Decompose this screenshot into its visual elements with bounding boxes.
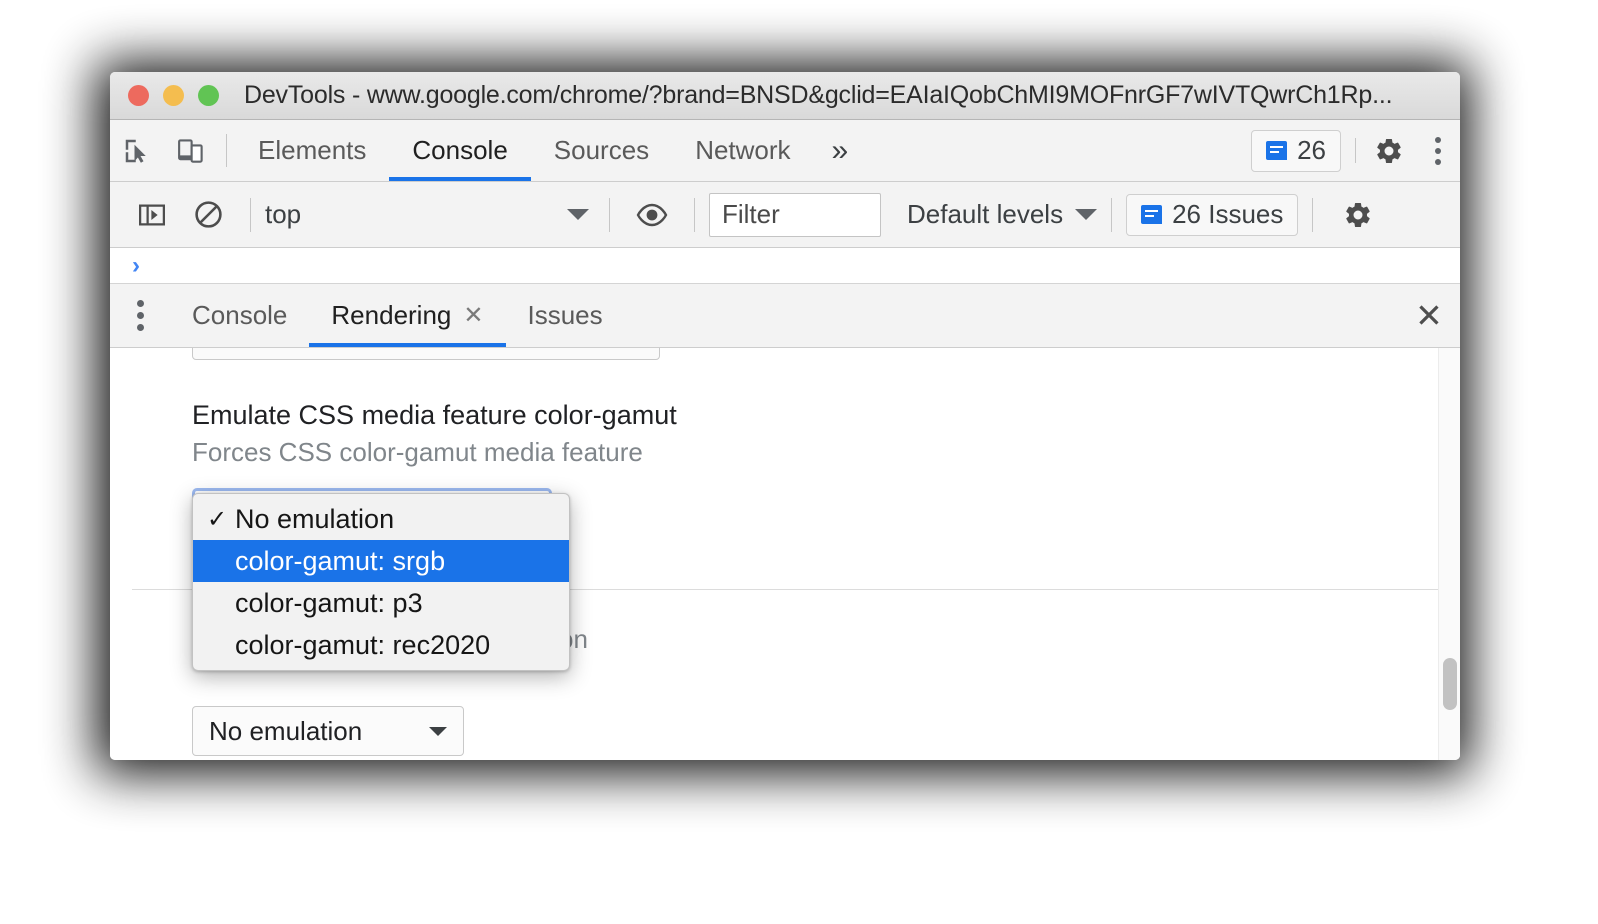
window-titlebar: DevTools - www.google.com/chrome/?brand=…: [110, 72, 1460, 120]
execution-context-label: top: [265, 199, 302, 229]
console-toolbar: top Filter Default levels 26 Issues: [110, 182, 1460, 248]
inspect-element-button[interactable]: [110, 120, 164, 181]
drawer-tab-rendering[interactable]: Rendering ✕: [309, 284, 506, 347]
filter-input[interactable]: Filter: [709, 192, 881, 237]
tab-console[interactable]: Console: [389, 120, 532, 181]
tab-network[interactable]: Network: [672, 120, 813, 181]
settings-button[interactable]: [1362, 120, 1416, 181]
filter-placeholder: Filter: [722, 199, 780, 229]
toggle-device-toolbar-button[interactable]: [164, 120, 218, 181]
drawer-tab-bar: Console Rendering ✕ Issues ✕: [110, 284, 1460, 348]
console-toolbar-divider-4: [1111, 197, 1113, 232]
setting-color-gamut: Emulate CSS media feature color-gamut Fo…: [192, 400, 677, 468]
live-expression-button[interactable]: [624, 182, 680, 248]
tab-console-label: Console: [412, 135, 508, 165]
panel-scrollbar-thumb[interactable]: [1443, 658, 1457, 710]
vision-deficiency-select[interactable]: No emulation: [192, 706, 464, 756]
tab-elements[interactable]: Elements: [235, 120, 389, 181]
dropdown-option-srgb-label: color-gamut: srgb: [235, 545, 446, 576]
dropdown-option-rec2020-label: color-gamut: rec2020: [235, 629, 491, 660]
drawer-tab-issues[interactable]: Issues: [506, 284, 625, 347]
close-rendering-tab-icon[interactable]: ✕: [463, 303, 483, 328]
issues-button-label: 26 Issues: [1172, 199, 1284, 229]
panel-scrollbar-track[interactable]: [1438, 348, 1460, 760]
dropdown-option-rec2020[interactable]: color-gamut: rec2020: [193, 624, 569, 666]
kebab-dot-3: [1435, 158, 1441, 165]
console-sidebar-toggle-button[interactable]: [124, 182, 180, 248]
toolbar-divider-2: [1355, 138, 1356, 163]
dropdown-option-no-emulation-label: No emulation: [235, 503, 395, 534]
kebab-dot-1: [136, 300, 144, 307]
issues-icon: [1266, 141, 1288, 160]
setting-color-gamut-title: Emulate CSS media feature color-gamut: [192, 400, 677, 430]
tab-sources-label: Sources: [553, 135, 650, 165]
drawer-tab-issues-label: Issues: [527, 300, 603, 330]
setting-color-gamut-description: Forces CSS color-gamut media feature: [192, 437, 643, 467]
chevron-double-right-icon: »: [831, 133, 849, 167]
vision-deficiency-selected-value: No emulation: [209, 715, 363, 746]
drawer-more-options-button[interactable]: [110, 284, 170, 347]
rendering-panel: Emulate CSS media feature color-gamut Fo…: [110, 348, 1460, 760]
chevron-down-icon: [429, 726, 447, 736]
kebab-dot-1: [1435, 136, 1441, 143]
execution-context-selector[interactable]: top: [265, 199, 595, 230]
clear-console-button[interactable]: [180, 182, 236, 248]
chevron-down-icon: [1075, 209, 1098, 220]
eye-icon: [636, 203, 668, 226]
toolbar-divider: [226, 134, 227, 167]
tab-network-label: Network: [695, 135, 791, 165]
main-more-options-button[interactable]: [1416, 120, 1460, 182]
tab-elements-label: Elements: [258, 135, 367, 165]
issues-count-label: 26: [1297, 135, 1326, 165]
drawer-tabbar-spacer: [625, 284, 1398, 347]
gear-icon: [1377, 138, 1401, 163]
console-toolbar-divider-1: [250, 197, 251, 232]
devtools-main-toolbar: Elements Console Sources Network » 26: [110, 120, 1460, 182]
issues-counter-button[interactable]: 26: [1251, 129, 1341, 172]
dropdown-option-p3-label: color-gamut: p3: [235, 587, 423, 618]
issues-icon: [1141, 205, 1163, 224]
tab-sources[interactable]: Sources: [531, 120, 672, 181]
console-toolbar-divider-3: [694, 197, 695, 232]
more-tabs-button[interactable]: »: [814, 120, 867, 181]
drawer-tab-console[interactable]: Console: [170, 284, 309, 347]
device-toolbar-icon: [178, 138, 203, 163]
log-levels-label: Default levels: [907, 199, 1064, 229]
log-levels-selector[interactable]: Default levels: [907, 199, 1098, 230]
clear-console-icon: [194, 201, 222, 228]
issues-button[interactable]: 26 Issues: [1126, 193, 1299, 236]
console-sidebar-icon: [139, 204, 165, 225]
close-icon: ✕: [1415, 297, 1443, 334]
drawer-tab-console-label: Console: [192, 300, 288, 330]
console-settings-button[interactable]: [1327, 182, 1389, 248]
gear-icon: [1346, 202, 1371, 227]
drawer-tab-rendering-label: Rendering: [331, 300, 452, 330]
console-prompt-row[interactable]: ›: [110, 248, 1460, 284]
window-title: DevTools - www.google.com/chrome/?brand=…: [244, 81, 1393, 109]
color-gamut-dropdown-menu[interactable]: ✓ No emulation color-gamut: srgb color-g…: [192, 493, 570, 671]
check-icon: ✓: [207, 505, 228, 533]
screenshot-root: DevTools - www.google.com/chrome/?brand=…: [0, 0, 1598, 924]
console-toolbar-divider-5: [1312, 197, 1314, 232]
console-toolbar-divider-2: [609, 197, 610, 232]
previous-setting-select[interactable]: [192, 348, 660, 360]
kebab-dot-2: [136, 312, 144, 319]
dropdown-option-p3[interactable]: color-gamut: p3: [193, 582, 569, 624]
chevron-down-icon: [567, 209, 589, 220]
kebab-dot-3: [136, 324, 144, 331]
close-drawer-button[interactable]: ✕: [1398, 284, 1460, 347]
devtools-window: DevTools - www.google.com/chrome/?brand=…: [110, 72, 1460, 760]
kebab-dot-2: [1435, 147, 1441, 154]
inspect-element-icon: [125, 139, 146, 163]
prompt-chevron-icon: ›: [132, 251, 140, 279]
dropdown-option-no-emulation[interactable]: ✓ No emulation: [193, 498, 569, 540]
dropdown-option-srgb[interactable]: color-gamut: srgb: [193, 540, 569, 582]
